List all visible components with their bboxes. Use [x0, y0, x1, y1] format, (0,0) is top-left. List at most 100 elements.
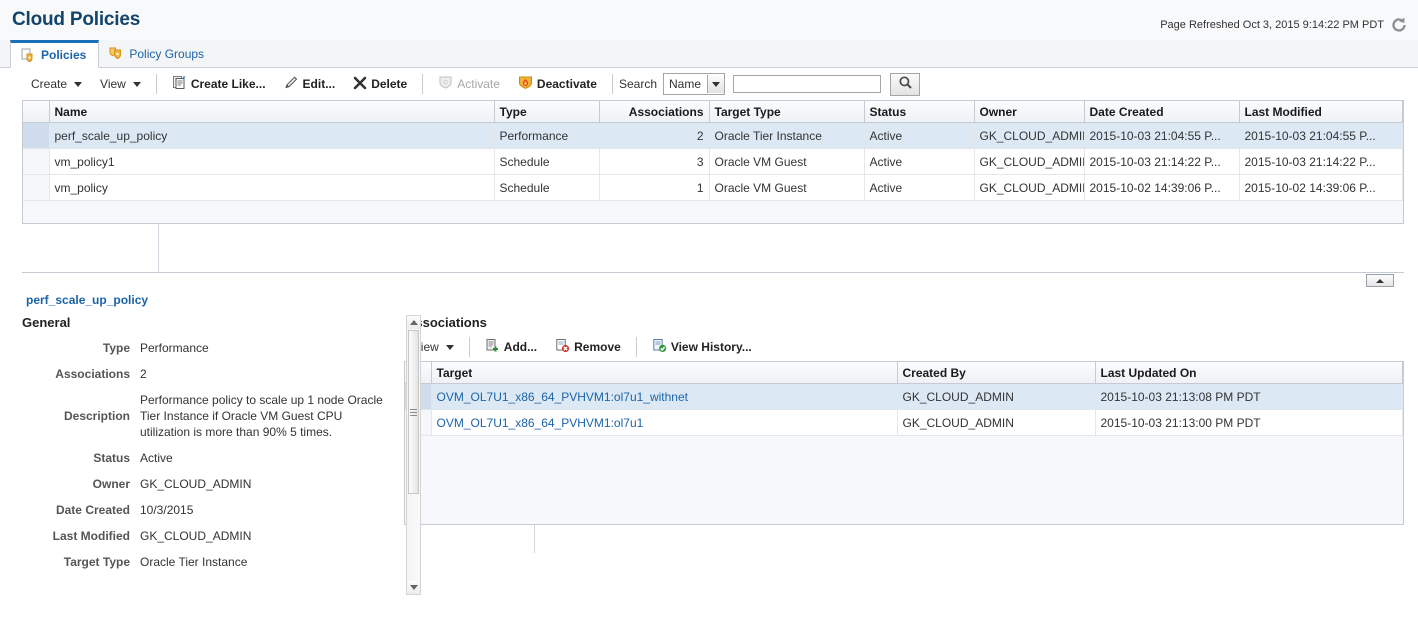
cell-target-type: Oracle VM Guest	[709, 174, 865, 201]
add-association-label: Add...	[503, 340, 538, 354]
activate-button: Activate	[429, 72, 509, 96]
policies-grid-footer	[22, 224, 1404, 272]
detail-splitter	[0, 273, 1418, 289]
field-last-modified: Last Modified GK_CLOUD_ADMIN	[22, 528, 400, 544]
field-type-value: Performance	[140, 341, 209, 355]
cell-last-modified: 2015-10-03 21:14:22 P...	[1239, 148, 1403, 175]
association-target-link[interactable]: OVM_OL7U1_x86_64_PVHVM1:ol7u1	[437, 416, 644, 430]
field-target-type-label: Target Type	[63, 555, 130, 569]
associations-footer-left	[404, 525, 535, 553]
cell-target-type: Oracle VM Guest	[709, 148, 865, 175]
search-input[interactable]	[733, 75, 882, 93]
cell-last-updated-on: 2015-10-03 21:13:00 PM PDT	[1095, 409, 1403, 436]
cell-owner: GK_CLOUD_ADMIN	[974, 148, 1085, 175]
pencil-icon	[284, 75, 299, 93]
chevron-up-icon	[1376, 278, 1384, 283]
row-handle-header	[23, 101, 50, 123]
field-type: Type Performance	[22, 340, 400, 356]
field-description-label: Description	[63, 409, 130, 423]
search-label: Search	[618, 77, 657, 91]
scroll-up-arrow-icon[interactable]	[407, 316, 420, 329]
associations-table: Target Created By Last Updated On OVM_OL…	[404, 361, 1404, 525]
associations-toolbar-divider-2	[635, 337, 637, 357]
tab-policies[interactable]: Policies	[10, 40, 100, 68]
cell-created-by: GK_CLOUD_ADMIN	[897, 383, 1096, 410]
refresh-icon[interactable]	[1390, 16, 1408, 34]
detail-policy-title[interactable]: perf_scale_up_policy	[26, 293, 1418, 307]
edit-button[interactable]: Edit...	[275, 72, 345, 96]
cell-target[interactable]: OVM_OL7U1_x86_64_PVHVM1:ol7u1_withnet	[431, 383, 898, 410]
table-row[interactable]: OVM_OL7U1_x86_64_PVHVM1:ol7u1_withnet GK…	[405, 383, 1403, 410]
associations-panel: Associations View Add... Remove View His…	[400, 315, 1418, 607]
delete-button[interactable]: Delete	[344, 72, 416, 96]
cell-name: perf_scale_up_policy	[49, 122, 495, 149]
column-header-date-created[interactable]: Date Created	[1084, 101, 1240, 123]
page-title: Cloud Policies	[12, 9, 141, 30]
cell-created-by: GK_CLOUD_ADMIN	[897, 409, 1096, 436]
view-menu-button[interactable]: View	[91, 72, 150, 96]
table-row[interactable]: OVM_OL7U1_x86_64_PVHVM1:ol7u1 GK_CLOUD_A…	[405, 409, 1403, 436]
activate-label: Activate	[457, 77, 500, 91]
view-history-button[interactable]: View History...	[643, 335, 761, 359]
add-association-button[interactable]: Add...	[476, 335, 546, 359]
deactivate-label: Deactivate	[536, 77, 597, 91]
cell-type: Schedule	[494, 148, 600, 175]
column-header-target[interactable]: Target	[431, 362, 898, 384]
row-handle[interactable]	[23, 148, 50, 175]
column-header-status[interactable]: Status	[864, 101, 975, 123]
policies-header-row: Name Type Associations Target Type Statu…	[23, 101, 1403, 123]
scroll-down-arrow-icon[interactable]	[407, 581, 420, 594]
tab-policy-groups-label: Policy Groups	[129, 46, 205, 61]
general-heading: General	[22, 315, 71, 330]
table-row[interactable]: vm_policy Schedule 1 Oracle VM Guest Act…	[23, 174, 1403, 201]
associations-grid: Target Created By Last Updated On OVM_OL…	[405, 362, 1403, 436]
chevron-down-icon	[74, 81, 83, 87]
field-last-modified-label: Last Modified	[52, 529, 130, 543]
association-target-link[interactable]: OVM_OL7U1_x86_64_PVHVM1:ol7u1_withnet	[437, 390, 688, 404]
column-header-type[interactable]: Type	[494, 101, 600, 123]
field-owner-label: Owner	[92, 477, 130, 491]
policies-grid-footer-right	[159, 224, 1404, 272]
column-header-last-updated-on[interactable]: Last Updated On	[1095, 362, 1403, 384]
row-handle[interactable]	[23, 174, 50, 201]
cell-associations: 2	[599, 122, 710, 149]
tab-policy-groups[interactable]: Policy Groups	[99, 40, 216, 67]
table-row[interactable]: perf_scale_up_policy Performance 2 Oracl…	[23, 122, 1403, 149]
table-row[interactable]: vm_policy1 Schedule 3 Oracle VM Guest Ac…	[23, 148, 1403, 175]
cell-target[interactable]: OVM_OL7U1_x86_64_PVHVM1:ol7u1	[431, 409, 898, 436]
column-header-last-modified[interactable]: Last Modified	[1239, 101, 1403, 123]
view-history-label: View History...	[670, 340, 752, 354]
remove-document-icon	[555, 338, 570, 356]
scrollbar-thumb[interactable]	[408, 330, 419, 494]
column-header-owner[interactable]: Owner	[974, 101, 1085, 123]
policies-grid: Name Type Associations Target Type Statu…	[23, 101, 1403, 201]
deactivate-button[interactable]: Deactivate	[509, 72, 606, 96]
cell-owner: GK_CLOUD_ADMIN	[974, 174, 1085, 201]
cell-date-created: 2015-10-03 21:04:55 P...	[1084, 122, 1240, 149]
create-menu-button[interactable]: Create	[22, 72, 91, 96]
policy-group-shield-icon	[109, 46, 124, 61]
general-panel-scrollbar[interactable]	[406, 315, 421, 595]
cell-status: Active	[864, 148, 975, 175]
column-header-created-by[interactable]: Created By	[897, 362, 1096, 384]
policies-table: Name Type Associations Target Type Statu…	[22, 100, 1404, 224]
toolbar-divider-2	[422, 74, 424, 94]
search-submit-button[interactable]	[890, 72, 921, 96]
general-panel: General Type Performance Associations 2 …	[0, 315, 421, 607]
field-status-label: Status	[93, 451, 130, 465]
column-header-target-type[interactable]: Target Type	[709, 101, 865, 123]
column-header-name[interactable]: Name	[49, 101, 495, 123]
field-last-modified-value: GK_CLOUD_ADMIN	[140, 529, 252, 543]
associations-grid-empty-area	[405, 436, 1403, 525]
collapse-detail-button[interactable]	[1366, 274, 1394, 287]
search-field-select[interactable]: Name	[663, 73, 726, 95]
field-description: Description Performance policy to scale …	[22, 392, 400, 440]
detail-body: General Type Performance Associations 2 …	[0, 315, 1418, 607]
field-associations: Associations 2	[22, 366, 400, 382]
column-header-associations[interactable]: Associations	[599, 101, 710, 123]
cell-associations: 3	[599, 148, 710, 175]
remove-association-button[interactable]: Remove	[546, 335, 630, 359]
create-like-button[interactable]: Create Like...	[163, 72, 275, 96]
row-handle[interactable]	[23, 122, 50, 149]
chevron-down-icon	[707, 75, 725, 93]
